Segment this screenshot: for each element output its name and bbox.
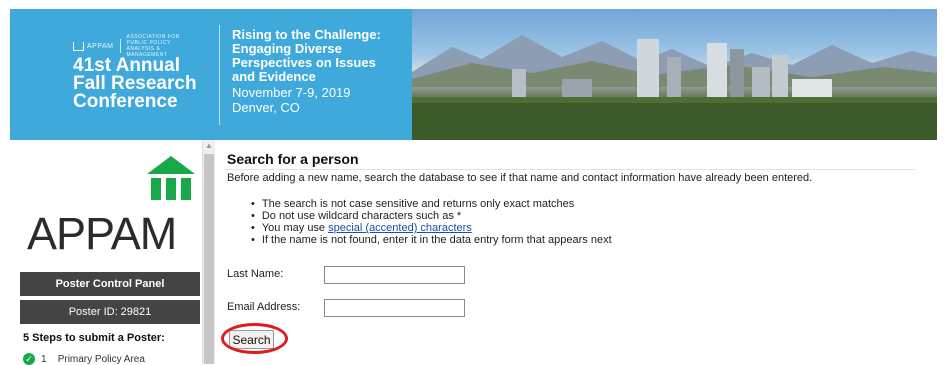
search-tips-list: The search is not case sensitive and ret… bbox=[251, 198, 612, 246]
list-item: If the name is not found, enter it in th… bbox=[251, 234, 612, 246]
highlight-circle bbox=[221, 323, 288, 354]
tagline-line: Rising to the Challenge: bbox=[232, 27, 381, 42]
step-label: Primary Policy Area bbox=[57, 354, 145, 365]
last-name-input[interactable] bbox=[324, 266, 465, 284]
city-buildings-graphic bbox=[412, 39, 937, 140]
title-divider bbox=[225, 169, 915, 170]
check-icon: ✓ bbox=[23, 353, 35, 365]
main-content: Search for a person Before adding a new … bbox=[221, 140, 937, 364]
sidebar: APPAM Poster Control Panel Poster ID: 29… bbox=[10, 140, 202, 365]
scrollbar-thumb[interactable] bbox=[204, 154, 214, 364]
step-primary-policy-area[interactable]: ✓ 1 Primary Policy Area bbox=[23, 353, 145, 365]
step-number: 1 bbox=[41, 354, 47, 365]
list-item: The search is not case sensitive and ret… bbox=[251, 198, 612, 210]
conference-title: 41st Annual Fall Research Conference bbox=[73, 56, 223, 112]
conference-tagline: Rising to the Challenge: Engaging Divers… bbox=[232, 28, 402, 84]
banner-blue-panel: APPAMASSOCIATION FOR PUBLIC POLICY ANALY… bbox=[10, 9, 420, 140]
email-label: Email Address: bbox=[227, 301, 301, 313]
appam-roof-icon bbox=[147, 156, 195, 174]
email-input[interactable] bbox=[324, 299, 465, 317]
sidebar-scrollbar[interactable]: ▲ bbox=[202, 140, 215, 364]
appam-logo: APPAM bbox=[27, 156, 197, 266]
list-item: You may use special (accented) character… bbox=[251, 222, 612, 234]
banner-divider bbox=[219, 25, 220, 125]
page-title: Search for a person bbox=[227, 151, 359, 167]
conference-title-line: Conference bbox=[73, 91, 178, 112]
scroll-up-arrow-icon[interactable]: ▲ bbox=[203, 140, 215, 152]
steps-heading: 5 Steps to submit a Poster: bbox=[23, 332, 165, 344]
poster-id: Poster ID: 29821 bbox=[20, 300, 200, 324]
special-characters-link[interactable]: special (accented) characters bbox=[328, 222, 472, 234]
conference-date: November 7-9, 2019 bbox=[232, 85, 351, 100]
house-icon bbox=[73, 41, 84, 51]
denver-skyline-photo bbox=[412, 9, 937, 140]
conference-dates: November 7-9, 2019 Denver, CO bbox=[232, 85, 351, 115]
appam-logo-text: APPAM bbox=[27, 208, 177, 259]
conference-location: Denver, CO bbox=[232, 100, 300, 115]
poster-control-panel-title: Poster Control Panel bbox=[20, 272, 200, 296]
intro-text: Before adding a new name, search the dat… bbox=[227, 172, 813, 184]
tagline-line: and Evidence bbox=[232, 69, 316, 84]
conference-banner: APPAMASSOCIATION FOR PUBLIC POLICY ANALY… bbox=[10, 9, 937, 140]
last-name-label: Last Name: bbox=[227, 268, 284, 280]
tagline-line: Engaging Diverse bbox=[232, 41, 342, 56]
tagline-line: Perspectives on Issues bbox=[232, 55, 376, 70]
list-item: Do not use wildcard characters such as * bbox=[251, 210, 612, 222]
